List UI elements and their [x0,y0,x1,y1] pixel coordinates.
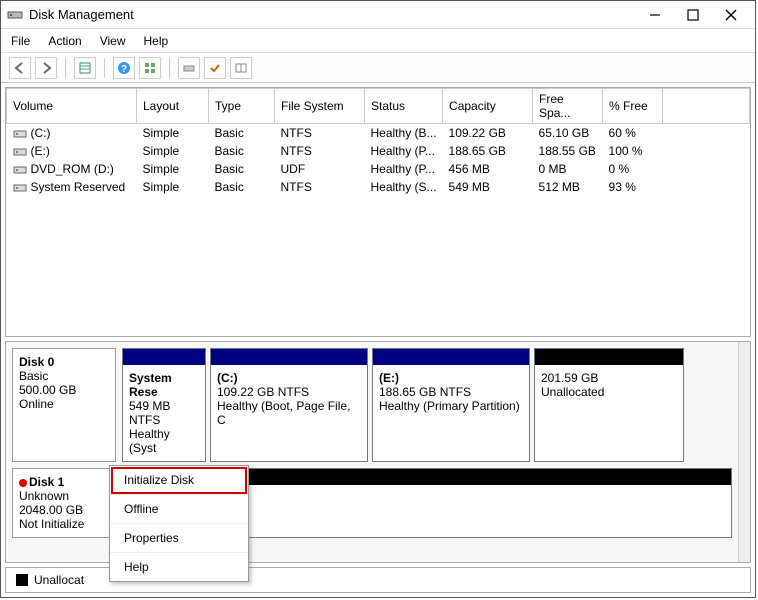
menu-initialize-disk[interactable]: Initialize Disk [110,466,248,495]
window-title: Disk Management [29,7,647,22]
disk0-kind: Basic [19,369,109,383]
disk0-size: 500.00 GB [19,383,109,397]
menu-action[interactable]: Action [48,34,81,48]
maximize-button[interactable] [685,7,701,23]
disk0-label: Disk 0 [19,355,109,369]
check-icon[interactable] [204,57,226,79]
menu-view[interactable]: View [100,34,126,48]
disk1-label: Disk 1 [19,475,109,489]
partition-bar [123,349,205,365]
disk0-partitions: System Rese549 MB NTFSHealthy (Syst(C:)1… [122,348,732,462]
disk0-row: Disk 0 Basic 500.00 GB Online System Res… [12,348,732,462]
partition[interactable]: 201.59 GBUnallocated [534,348,684,462]
titlebar: Disk Management [1,1,755,29]
partition-body: (E:)188.65 GB NTFSHealthy (Primary Parti… [373,365,529,461]
close-button[interactable] [723,7,739,23]
disk1-kind: Unknown [19,489,109,503]
menu-file[interactable]: File [11,34,30,48]
table-header-row: Volume Layout Type File System Status Ca… [7,89,750,124]
menu-help[interactable]: Help [144,34,169,48]
disk0-info[interactable]: Disk 0 Basic 500.00 GB Online [12,348,116,462]
partition-bar [373,349,529,365]
back-button[interactable] [9,57,31,79]
partition-body: 201.59 GBUnallocated [535,365,683,461]
toolbar: ? [1,53,755,83]
col-type[interactable]: Type [209,89,275,124]
drive-icon [13,164,27,176]
col-layout[interactable]: Layout [137,89,209,124]
context-menu: Initialize Disk Offline Properties Help [109,465,249,582]
app-window: Disk Management File Action View Help ? [0,0,756,598]
partition-body: System Rese549 MB NTFSHealthy (Syst [123,365,205,461]
col-volume[interactable]: Volume [7,89,137,124]
warning-icon [19,475,29,489]
partition[interactable]: (E:)188.65 GB NTFSHealthy (Primary Parti… [372,348,530,462]
disk1-state: Not Initialize [19,517,109,531]
legend-unallocated-label: Unallocat [34,573,84,587]
disk1-size: 2048.00 GB [19,503,109,517]
menu-help[interactable]: Help [110,553,248,581]
disk1-info[interactable]: Disk 1 Unknown 2048.00 GB Not Initialize [12,468,116,538]
col-status[interactable]: Status [365,89,443,124]
disk-mgmt-icon [7,7,23,23]
col-filesystem[interactable]: File System [275,89,365,124]
drive-icon [13,146,27,158]
vertical-scrollbar[interactable] [738,342,750,562]
minimize-button[interactable] [647,7,663,23]
drive-icon [13,128,27,140]
volume-table: Volume Layout Type File System Status Ca… [6,88,750,196]
list-icon[interactable] [230,57,252,79]
menu-offline[interactable]: Offline [110,495,248,524]
table-row[interactable]: (E:)SimpleBasicNTFSHealthy (P...188.65 G… [7,142,750,160]
action-icon[interactable] [178,57,200,79]
svg-text:?: ? [121,64,127,75]
menubar: File Action View Help [1,29,755,53]
help-icon[interactable]: ? [113,57,135,79]
drive-icon [13,182,27,194]
col-free[interactable]: Free Spa... [533,89,603,124]
table-row[interactable]: (C:)SimpleBasicNTFSHealthy (B...109.22 G… [7,124,750,143]
col-spacer [663,89,750,124]
window-controls [647,7,739,23]
disk0-state: Online [19,397,109,411]
col-capacity[interactable]: Capacity [443,89,533,124]
partition[interactable]: (C:)109.22 GB NTFSHealthy (Boot, Page Fi… [210,348,368,462]
forward-button[interactable] [35,57,57,79]
legend-unallocated-swatch [16,574,28,586]
partition-bar [211,349,367,365]
table-row[interactable]: DVD_ROM (D:)SimpleBasicUDFHealthy (P...4… [7,160,750,178]
partition-bar [535,349,683,365]
volume-list-pane: Volume Layout Type File System Status Ca… [5,87,751,337]
partition-body: (C:)109.22 GB NTFSHealthy (Boot, Page Fi… [211,365,367,461]
col-pctfree[interactable]: % Free [603,89,663,124]
settings-grid-icon[interactable] [139,57,161,79]
menu-properties[interactable]: Properties [110,524,248,553]
partition[interactable]: System Rese549 MB NTFSHealthy (Syst [122,348,206,462]
view-list-icon[interactable] [74,57,96,79]
table-row[interactable]: System ReservedSimpleBasicNTFSHealthy (S… [7,178,750,196]
